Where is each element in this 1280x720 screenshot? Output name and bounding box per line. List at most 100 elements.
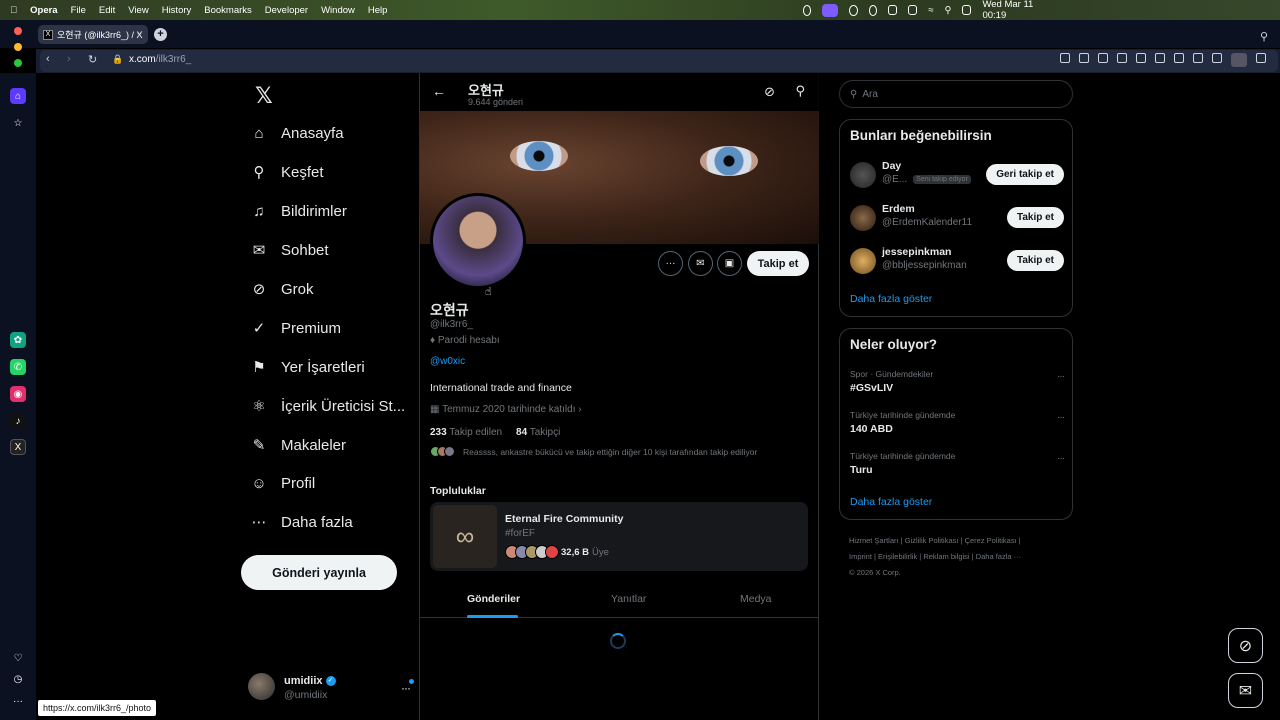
menu-file[interactable]: File xyxy=(71,5,86,16)
play-icon[interactable] xyxy=(849,4,858,16)
easy-setup-icon[interactable] xyxy=(1212,53,1222,63)
trend-more-icon[interactable]: ··· xyxy=(1057,453,1065,464)
chatgpt-icon[interactable]: ✿ xyxy=(10,332,26,348)
apple-menu-icon[interactable]:  xyxy=(10,5,17,16)
show-more-suggestions[interactable]: Daha fazla göster xyxy=(850,293,932,305)
display-icon[interactable] xyxy=(888,5,898,15)
tiktok-icon[interactable]: ♪ xyxy=(10,413,26,429)
followers-link[interactable]: 84 Takipçi xyxy=(516,427,560,438)
footer-line-1[interactable]: Hizmet Şartları | Gizlilik Politikası | … xyxy=(849,533,1069,549)
x-logo-icon[interactable]: 𝕏 xyxy=(255,83,273,109)
follow-button[interactable]: Takip et xyxy=(1006,250,1064,271)
profile-avatar[interactable] xyxy=(430,193,526,289)
follow-button[interactable]: Takip et xyxy=(747,251,809,276)
menu-view[interactable]: View xyxy=(128,5,148,16)
wifi-icon[interactable]: ≈ xyxy=(928,5,933,16)
nav-profile[interactable]: ☺ Profil xyxy=(249,468,429,498)
trend-more-icon[interactable]: ··· xyxy=(1057,371,1065,382)
trend-more-icon[interactable]: ··· xyxy=(1057,412,1065,423)
user-icon[interactable] xyxy=(868,4,878,16)
post-button[interactable]: Gönderi yayınla xyxy=(241,555,397,590)
nav-grok[interactable]: ⊘ Grok xyxy=(249,274,429,304)
follow-back-button[interactable]: Geri takip et xyxy=(986,164,1064,185)
instagram-icon[interactable]: ◉ xyxy=(10,386,26,402)
download-icon[interactable] xyxy=(1174,53,1184,63)
camera-icon[interactable] xyxy=(1079,53,1089,63)
control-center-icon[interactable] xyxy=(962,5,972,15)
more-options-button[interactable]: ··· xyxy=(658,251,683,276)
profile-link[interactable]: @w0xic xyxy=(430,356,465,367)
battery-icon[interactable] xyxy=(908,5,918,15)
close-tab-icon[interactable]: × xyxy=(137,30,142,40)
followed-by[interactable]: Reassss, ankastre bükücü ve takip ettiği… xyxy=(430,446,757,457)
tab-posts[interactable]: Gönderiler xyxy=(467,593,520,605)
nav-creator-studio[interactable]: ⚛ İçerik Üreticisi St... xyxy=(249,391,429,421)
follow-button[interactable]: Takip et xyxy=(1006,207,1064,228)
account-switcher[interactable]: umidiix ✓ @umidiix ··· xyxy=(248,673,418,703)
close-window-button[interactable] xyxy=(14,27,22,35)
status-icon-1[interactable] xyxy=(803,4,812,16)
url-text[interactable]: x.com/ilk3rr6_ xyxy=(129,54,191,65)
message-button[interactable]: ✉ xyxy=(688,251,713,276)
history-sidebar-icon[interactable]: ◷ xyxy=(10,671,26,687)
spotlight-icon[interactable]: ⚲ xyxy=(944,5,951,16)
nav-more[interactable]: ⋯ Daha fazla xyxy=(249,507,429,537)
nav-chat[interactable]: ✉ Sohbet xyxy=(249,235,429,265)
tab-search-icon[interactable]: ⚲ xyxy=(1260,30,1268,43)
menu-opera[interactable]: Opera xyxy=(30,5,57,16)
battery-saver-icon[interactable] xyxy=(1193,53,1203,63)
edit-icon[interactable] xyxy=(1060,53,1070,63)
subscribe-button[interactable]: ▣ xyxy=(717,251,742,276)
minimize-window-button[interactable] xyxy=(14,43,22,51)
suggestion-item[interactable]: jessepinkman @bbljessepinkman Takip et xyxy=(850,246,1064,276)
star-sidebar-icon[interactable]: ☆ xyxy=(10,115,26,131)
menu-bookmarks[interactable]: Bookmarks xyxy=(204,5,252,16)
trend-item[interactable]: Türkiye tarihinde gündemde 140 ABD ··· xyxy=(850,410,1065,442)
grok-floating-button[interactable]: ⊘ xyxy=(1228,628,1263,663)
search-input[interactable]: ⚲ Ara xyxy=(839,80,1073,108)
back-arrow-icon[interactable]: ← xyxy=(432,83,446,99)
nav-articles[interactable]: ✎ Makaleler xyxy=(249,430,429,460)
menu-edit[interactable]: Edit xyxy=(99,5,115,16)
menu-developer[interactable]: Developer xyxy=(265,5,308,16)
forward-icon[interactable]: › xyxy=(67,53,71,65)
menubar-clock[interactable]: Wed Mar 11 00:19 xyxy=(982,0,1037,21)
nav-premium[interactable]: ✓ Premium xyxy=(249,313,429,343)
nav-explore[interactable]: ⚲ Keşfet xyxy=(249,157,429,187)
player-icon[interactable] xyxy=(1136,53,1146,63)
profile-search-icon[interactable]: ⚲ xyxy=(795,83,805,99)
adblock-icon[interactable] xyxy=(1117,53,1127,63)
zoom-window-button[interactable] xyxy=(14,59,22,67)
following-link[interactable]: 233 Takip edilen xyxy=(430,427,502,438)
trend-item[interactable]: Spor · Gündemdekiler #GSvLIV ··· xyxy=(850,369,1065,401)
status-icon-active[interactable] xyxy=(822,3,839,17)
browser-tab-active[interactable]: X 오현규 (@ilk3rr6_) / X × xyxy=(38,25,148,44)
x-sidebar-icon[interactable]: X xyxy=(10,439,26,455)
suggestion-item[interactable]: Erdem @ErdemKalender11 Takip et xyxy=(850,203,1064,233)
whatsapp-icon[interactable]: ✆ xyxy=(10,359,26,375)
profile-avatar[interactable] xyxy=(1231,53,1247,67)
grok-analyze-icon[interactable]: ⊘ xyxy=(764,84,775,100)
tab-replies[interactable]: Yanıtlar xyxy=(611,593,646,605)
new-tab-button[interactable]: + xyxy=(154,28,167,41)
extensions-icon[interactable] xyxy=(1256,53,1266,63)
shield-icon[interactable] xyxy=(1098,53,1108,63)
nav-notifications[interactable]: ♫ Bildirimler xyxy=(249,196,429,226)
home-sidebar-icon[interactable]: ⌂ xyxy=(10,88,26,104)
show-more-trends[interactable]: Daha fazla göster xyxy=(850,496,932,508)
messages-floating-button[interactable]: ✉ xyxy=(1228,673,1263,708)
menu-help[interactable]: Help xyxy=(368,5,388,16)
heart-icon[interactable] xyxy=(1155,53,1165,63)
menu-history[interactable]: History xyxy=(162,5,192,16)
tab-media[interactable]: Medya xyxy=(740,593,772,605)
suggestion-item[interactable]: Day @E... Seni takip ediyor Geri takip et xyxy=(850,160,1064,190)
reload-icon[interactable]: ↻ xyxy=(88,53,97,66)
community-card[interactable]: ∞ Eternal Fire Community #forEF 32,6 B Üy… xyxy=(430,502,808,571)
back-icon[interactable]: ‹ xyxy=(46,53,50,65)
more-sidebar-icon[interactable]: ··· xyxy=(10,693,26,709)
nav-home[interactable]: ⌂ Anasayfa xyxy=(249,118,429,148)
trend-item[interactable]: Türkiye tarihinde gündemde Turu ··· xyxy=(850,451,1065,483)
menu-window[interactable]: Window xyxy=(321,5,355,16)
nav-bookmarks[interactable]: ⚑ Yer İşaretleri xyxy=(249,352,429,382)
footer-line-2[interactable]: Imprint | Erişilebilirlik | Reklam bilgi… xyxy=(849,549,1069,565)
